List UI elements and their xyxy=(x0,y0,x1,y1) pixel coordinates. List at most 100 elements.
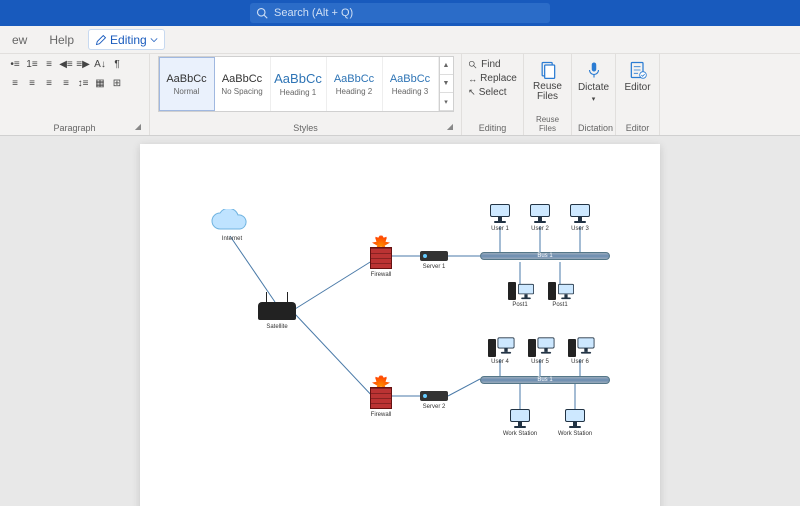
document-area[interactable]: Internet Satellite Firewall Server 1 Fir… xyxy=(0,136,800,506)
reuse-files-button[interactable]: Reuse Files xyxy=(528,56,568,106)
post1-label: Post1 xyxy=(512,302,527,308)
replace-button[interactable]: ↔Replace xyxy=(465,72,520,85)
monitor-icon xyxy=(518,284,534,299)
cloud-icon xyxy=(210,209,254,238)
monitor-icon xyxy=(558,284,574,299)
search-icon xyxy=(256,7,268,19)
pencil-icon xyxy=(95,34,107,46)
editor-group-label: Editor xyxy=(622,121,653,135)
search-box[interactable]: Search (Alt + Q) xyxy=(250,3,550,23)
files-icon xyxy=(538,60,558,80)
select-button[interactable]: ↖Select xyxy=(465,86,520,99)
align-center-button[interactable]: ≡ xyxy=(24,75,40,91)
network-diagram[interactable]: Internet Satellite Firewall Server 1 Fir… xyxy=(180,184,620,484)
bus-bar: Bus 1 xyxy=(480,376,610,384)
bullets-button[interactable]: •≡ xyxy=(7,56,23,72)
editing-label: Editing xyxy=(110,33,147,47)
tab-view[interactable]: ew xyxy=(4,26,35,53)
server-icon xyxy=(420,391,448,401)
internet-label: Internet xyxy=(222,236,242,242)
style-heading-3[interactable]: AaBbCcHeading 3 xyxy=(383,57,439,111)
user3-label: User 3 xyxy=(571,226,589,232)
search-icon xyxy=(468,60,478,70)
paragraph-launcher-icon[interactable]: ◢ xyxy=(135,122,141,131)
style-normal[interactable]: AaBbCcNormal xyxy=(159,57,215,111)
monitor-icon xyxy=(578,337,595,353)
align-right-button[interactable]: ≡ xyxy=(41,75,57,91)
sort-button[interactable]: A↓ xyxy=(92,56,108,72)
monitor-icon xyxy=(565,409,585,428)
satellite-label: Satellite xyxy=(266,324,287,330)
chevron-down-icon xyxy=(150,36,158,44)
server-icon xyxy=(420,251,448,261)
style-heading-2[interactable]: AaBbCcHeading 2 xyxy=(327,57,383,111)
justify-button[interactable]: ≡ xyxy=(58,75,74,91)
editor-icon xyxy=(628,60,648,80)
style-no-spacing[interactable]: AaBbCcNo Spacing xyxy=(215,57,271,111)
borders-button[interactable]: ⊞ xyxy=(109,75,125,91)
user6-label: User 6 xyxy=(571,359,589,365)
group-styles: AaBbCcNormal AaBbCcNo Spacing AaBbCcHead… xyxy=(150,54,462,135)
tower-icon xyxy=(488,339,496,357)
chevron-down-icon: ▾ xyxy=(592,95,596,103)
show-marks-button[interactable]: ¶ xyxy=(109,56,125,72)
chevron-up-icon[interactable]: ▲ xyxy=(440,57,453,75)
styles-gallery-more[interactable]: ▲▼▾ xyxy=(439,57,453,111)
page[interactable]: Internet Satellite Firewall Server 1 Fir… xyxy=(140,144,660,506)
user2-label: User 2 xyxy=(531,226,549,232)
tower-icon xyxy=(568,339,576,357)
monitor-icon xyxy=(510,409,530,428)
styles-gallery[interactable]: AaBbCcNormal AaBbCcNo Spacing AaBbCcHead… xyxy=(158,56,454,112)
title-bar: Search (Alt + Q) xyxy=(0,0,800,26)
monitor-icon xyxy=(530,204,550,223)
post2-label: Post1 xyxy=(552,302,567,308)
monitor-icon xyxy=(570,204,590,223)
tab-help[interactable]: Help xyxy=(41,26,82,53)
user4-label: User 4 xyxy=(491,359,509,365)
align-left-button[interactable]: ≡ xyxy=(7,75,23,91)
editing-group-label: Editing xyxy=(468,121,517,135)
monitor-icon xyxy=(490,204,510,223)
gallery-expand-icon[interactable]: ▾ xyxy=(440,93,453,111)
ribbon: •≡ 1≡ ≡ ◀≡ ≡▶ A↓ ¶ ≡ ≡ ≡ ≡ ↕≡ ▦ ⊞ Paragr… xyxy=(0,54,800,136)
user1-label: User 1 xyxy=(491,226,509,232)
group-editor: Editor Editor xyxy=(616,54,660,135)
replace-icon: ↔ xyxy=(468,74,477,84)
server1-label: Server 1 xyxy=(423,264,446,270)
monitor-icon xyxy=(498,337,515,353)
style-heading-1[interactable]: AaBbCcHeading 1 xyxy=(271,57,327,111)
increase-indent-button[interactable]: ≡▶ xyxy=(75,56,91,72)
ribbon-tabs: ew Help Editing xyxy=(0,26,800,54)
reuse-group-label: Reuse Files xyxy=(530,113,565,135)
styles-launcher-icon[interactable]: ◢ xyxy=(447,122,453,131)
dictate-button[interactable]: Dictate▾ xyxy=(574,56,614,107)
styles-group-label: Styles◢ xyxy=(156,121,455,135)
cursor-icon: ↖ xyxy=(468,87,476,98)
firewall2-label: Firewall xyxy=(371,412,392,418)
microphone-icon xyxy=(585,60,603,80)
firewall-icon xyxy=(370,379,394,409)
group-editing: Find ↔Replace ↖Select Editing xyxy=(462,54,524,135)
router-icon xyxy=(258,302,296,320)
chevron-down-icon[interactable]: ▼ xyxy=(440,75,453,93)
monitor-icon xyxy=(538,337,555,353)
find-button[interactable]: Find xyxy=(465,58,520,71)
ws1-label: Work Station xyxy=(503,431,537,437)
multilevel-list-button[interactable]: ≡ xyxy=(41,56,57,72)
paragraph-group-label: Paragraph◢ xyxy=(6,121,143,135)
firewall1-label: Firewall xyxy=(371,272,392,278)
decrease-indent-button[interactable]: ◀≡ xyxy=(58,56,74,72)
editor-button[interactable]: Editor xyxy=(618,56,658,97)
tower-icon xyxy=(548,282,556,300)
search-placeholder: Search (Alt + Q) xyxy=(274,7,353,19)
voice-group-label: Dictation xyxy=(578,121,609,135)
group-reuse-files: Reuse Files Reuse Files xyxy=(524,54,572,135)
group-paragraph: •≡ 1≡ ≡ ◀≡ ≡▶ A↓ ¶ ≡ ≡ ≡ ≡ ↕≡ ▦ ⊞ Paragr… xyxy=(0,54,150,135)
numbering-button[interactable]: 1≡ xyxy=(24,56,40,72)
firewall-icon xyxy=(370,239,394,269)
shading-button[interactable]: ▦ xyxy=(92,75,108,91)
editing-mode-button[interactable]: Editing xyxy=(88,29,165,50)
tower-icon xyxy=(528,339,536,357)
server2-label: Server 2 xyxy=(423,404,446,410)
line-spacing-button[interactable]: ↕≡ xyxy=(75,75,91,91)
